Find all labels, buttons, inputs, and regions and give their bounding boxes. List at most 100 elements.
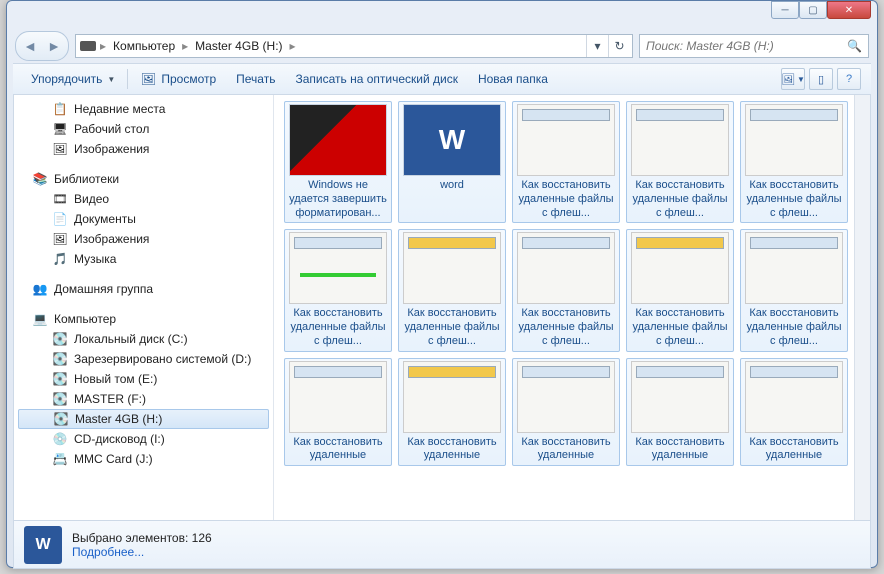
forward-button[interactable]: ► (42, 34, 66, 58)
sidebar-item-reserved[interactable]: 💽Зарезервировано системой (D:) (14, 349, 273, 369)
chevron-right-icon: ▸ (182, 39, 188, 53)
preview-pane-button[interactable]: ▯ (809, 68, 833, 90)
thumbnail (745, 361, 843, 433)
desktop-icon: 🖥 (52, 121, 68, 137)
file-item[interactable]: Как восстановить удаленные (626, 358, 734, 467)
thumbnail (631, 104, 729, 176)
sidebar: 📋Недавние места 🖥Рабочий стол 🖼Изображен… (14, 95, 274, 520)
close-button[interactable]: ✕ (827, 1, 871, 19)
maximize-button[interactable]: ▢ (799, 1, 827, 19)
thumbnail (403, 361, 501, 433)
computer-icon: 💻 (32, 311, 48, 327)
file-item[interactable]: Windows не удается завершить форматирова… (284, 101, 392, 223)
libraries-icon: 📚 (32, 171, 48, 187)
drive-icon (80, 41, 96, 51)
sidebar-group-homegroup[interactable]: 👥Домашняя группа (14, 279, 273, 299)
file-item[interactable]: Как восстановить удаленные файлы с флеш.… (398, 229, 506, 351)
sidebar-item-mmc[interactable]: 📇MMC Card (J:) (14, 449, 273, 469)
drive-icon: 💽 (52, 391, 68, 407)
file-item[interactable]: Как восстановить удаленные файлы с флеш.… (626, 101, 734, 223)
dropdown-icon[interactable]: ▾ (586, 35, 608, 57)
search-input[interactable] (646, 39, 847, 53)
file-item[interactable]: Как восстановить удаленные файлы с флеш.… (284, 229, 392, 351)
card-icon: 📇 (52, 451, 68, 467)
sidebar-item-master4[interactable]: 💽Master 4GB (H:) (18, 409, 269, 429)
file-item[interactable]: Как восстановить удаленные файлы с флеш.… (512, 229, 620, 351)
sidebar-item-music[interactable]: 🎵Музыка (14, 249, 273, 269)
thumbnail (403, 104, 501, 176)
sidebar-item-pictures[interactable]: 🖼Изображения (14, 139, 273, 159)
pictures-icon: 🖼 (52, 141, 68, 157)
file-item[interactable]: Как восстановить удаленные (398, 358, 506, 467)
back-button[interactable]: ◄ (18, 34, 42, 58)
homegroup-icon: 👥 (32, 281, 48, 297)
file-caption: Как восстановить удаленные (515, 436, 617, 464)
titlebar: ─ ▢ ✕ (7, 1, 877, 29)
sidebar-group-libraries[interactable]: 📚Библиотеки (14, 169, 273, 189)
address-bar[interactable]: ▸ Компьютер ▸ Master 4GB (H:) ▸ ▾ ↻ (75, 34, 633, 58)
organize-button[interactable]: Упорядочить▼ (23, 69, 123, 89)
word-icon: W (24, 526, 62, 564)
burn-button[interactable]: Записать на оптический диск (287, 69, 466, 89)
sidebar-item-desktop[interactable]: 🖥Рабочий стол (14, 119, 273, 139)
file-item[interactable]: Как восстановить удаленные файлы с флеш.… (740, 229, 848, 351)
details-pane: W Выбрано элементов: 126 Подробнее... (13, 521, 871, 569)
file-item[interactable]: Как восстановить удаленные (740, 358, 848, 467)
file-item[interactable]: Как восстановить удаленные файлы с флеш.… (512, 101, 620, 223)
breadcrumb-drive[interactable]: Master 4GB (H:) (192, 39, 285, 53)
sidebar-item-masterf[interactable]: 💽MASTER (F:) (14, 389, 273, 409)
file-item[interactable]: Как восстановить удаленные файлы с флеш.… (626, 229, 734, 351)
print-button[interactable]: Печать (228, 69, 283, 89)
minimize-button[interactable]: ─ (771, 1, 799, 19)
thumbnail (631, 361, 729, 433)
chevron-right-icon: ▸ (100, 39, 106, 53)
thumbnail (745, 104, 843, 176)
sidebar-group-computer[interactable]: 💻Компьютер (14, 309, 273, 329)
cd-icon: 💿 (52, 431, 68, 447)
search-box[interactable]: 🔍 (639, 34, 869, 58)
thumbnail (517, 232, 615, 304)
thumbnail (517, 361, 615, 433)
file-item[interactable]: Как восстановить удаленные (284, 358, 392, 467)
details-more-link[interactable]: Подробнее... (72, 545, 212, 559)
file-caption: Как восстановить удаленные (743, 436, 845, 464)
file-caption: Как восстановить удаленные (287, 436, 389, 464)
file-item[interactable]: Как восстановить удаленные (512, 358, 620, 467)
file-caption: Как восстановить удаленные файлы с флеш.… (287, 307, 389, 348)
breadcrumb-computer[interactable]: Компьютер (110, 39, 178, 53)
sidebar-item-documents[interactable]: 📄Документы (14, 209, 273, 229)
window-controls: ─ ▢ ✕ (771, 1, 871, 19)
file-caption: Как восстановить удаленные файлы с флеш.… (629, 179, 731, 220)
explorer-window: ─ ▢ ✕ ◄ ► ▸ Компьютер ▸ Master 4GB (H:) … (6, 0, 878, 568)
view-button[interactable]: 🖼▼ (781, 68, 805, 90)
file-item[interactable]: Как восстановить удаленные файлы с флеш.… (740, 101, 848, 223)
thumbnail (403, 232, 501, 304)
refresh-icon[interactable]: ↻ (608, 35, 630, 57)
preview-button[interactable]: 🖼Просмотр (132, 68, 224, 90)
sidebar-item-newvol[interactable]: 💽Новый том (E:) (14, 369, 273, 389)
sidebar-item-videos[interactable]: 🎞Видео (14, 189, 273, 209)
thumbnail (289, 361, 387, 433)
drive-icon: 💽 (53, 411, 69, 427)
nav-buttons: ◄ ► (15, 31, 69, 61)
help-button[interactable]: ? (837, 68, 861, 90)
thumbnail (289, 104, 387, 176)
file-caption: Как восстановить удаленные файлы с флеш.… (515, 307, 617, 348)
thumbnail (517, 104, 615, 176)
sidebar-item-recent[interactable]: 📋Недавние места (14, 99, 273, 119)
file-caption: Как восстановить удаленные (401, 436, 503, 464)
toolbar: Упорядочить▼ 🖼Просмотр Печать Записать н… (13, 63, 871, 95)
file-caption: Как восстановить удаленные файлы с флеш.… (743, 307, 845, 348)
sidebar-item-localc[interactable]: 💽Локальный диск (C:) (14, 329, 273, 349)
new-folder-button[interactable]: Новая папка (470, 69, 556, 89)
file-item[interactable]: word (398, 101, 506, 223)
recent-icon: 📋 (52, 101, 68, 117)
content-pane[interactable]: Windows не удается завершить форматирова… (274, 95, 854, 520)
file-caption: Windows не удается завершить форматирова… (287, 179, 389, 220)
sidebar-item-cddrive[interactable]: 💿CD-дисковод (I:) (14, 429, 273, 449)
thumbnail (631, 232, 729, 304)
chevron-right-icon: ▸ (290, 39, 296, 53)
sidebar-item-pictures2[interactable]: 🖼Изображения (14, 229, 273, 249)
file-caption: Как восстановить удаленные файлы с флеш.… (743, 179, 845, 220)
scrollbar[interactable] (854, 95, 870, 520)
